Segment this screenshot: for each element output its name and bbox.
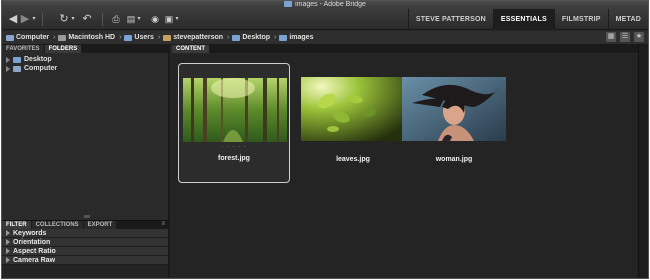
back-arrow-icon[interactable]: ◀ (8, 13, 18, 26)
thumbnail-item[interactable]: leaves.jpg (297, 63, 409, 183)
window-title: images - Adobe Bridge (295, 1, 366, 8)
thumbnail-filename: woman.jpg (435, 156, 473, 163)
view-controls: ▦ ☰ ★ (606, 32, 644, 42)
list-view-icon[interactable]: ☰ (620, 32, 630, 42)
disk-icon (58, 34, 67, 41)
expand-triangle-icon[interactable] (6, 65, 10, 72)
crumb-desktop[interactable]: Desktop (232, 34, 270, 41)
expand-triangle-icon[interactable] (6, 257, 10, 263)
filter-panel: FILTER COLLECTIONS EXPORT ≡ Keywords Ori… (2, 220, 170, 278)
refine-dropdown-icon[interactable]: ▾ (136, 13, 142, 26)
tree-item-computer[interactable]: Computer (6, 64, 57, 73)
output-dropdown-icon[interactable]: ▾ (174, 13, 180, 26)
computer-icon (6, 34, 14, 41)
expand-triangle-icon[interactable] (6, 239, 10, 245)
crumb-users[interactable]: Users (124, 34, 154, 41)
leaves-thumbnail[interactable] (301, 77, 405, 141)
filter-panel-tabs: FILTER COLLECTIONS EXPORT ≡ (2, 221, 168, 229)
thumbnail-item[interactable]: woman.jpg (398, 63, 510, 183)
get-photos-icon[interactable]: ⎙ (110, 13, 122, 26)
workspace-essentials[interactable]: ESSENTIALS (492, 9, 554, 30)
home-icon (163, 34, 172, 41)
chevron-right-icon: › (157, 34, 161, 41)
refine-icon[interactable]: ▤ (126, 13, 136, 26)
thumbnail-filename: forest.jpg (218, 155, 250, 162)
title-bar: images - Adobe Bridge (2, 1, 648, 9)
workspace-filmstrip[interactable]: FILMSTRIP (553, 9, 608, 30)
bridge-window: images - Adobe Bridge ◀ ▶ ▾ ↻ ▾ ↶ ⎙ ▤ ▾ … (1, 0, 649, 279)
history-dropdown-icon[interactable]: ▾ (31, 13, 37, 26)
woman-thumbnail[interactable] (402, 77, 506, 141)
rating-dots[interactable]: · · · · · (179, 144, 289, 150)
expand-triangle-icon[interactable] (6, 230, 10, 236)
tree-item-desktop[interactable]: Desktop (6, 55, 57, 64)
folders-panel-tabs: FAVORITES FOLDERS (2, 45, 168, 53)
tab-favorites[interactable]: FAVORITES (2, 45, 45, 53)
workspace-metadata[interactable]: METAD (607, 9, 648, 30)
thumbnail-item[interactable]: · · · · · forest.jpg (178, 63, 290, 183)
crumb-stevepatterson[interactable]: stevepatterson (163, 34, 223, 41)
vertical-scrollbar[interactable] (638, 45, 648, 278)
breadcrumb: Computer › Macintosh HD › Users › stevepatt… (2, 31, 648, 45)
tab-export[interactable]: EXPORT (83, 221, 118, 229)
folder-icon (124, 34, 133, 41)
tab-content[interactable]: CONTENT (172, 45, 210, 53)
tab-collections[interactable]: COLLECTIONS (31, 221, 84, 229)
output-icon[interactable]: ▣ (164, 13, 174, 26)
folder-tree: Desktop Computer (6, 55, 57, 73)
thumbnail-grid: · · · · · forest.jpg leaves.jpg woman.jp… (172, 54, 640, 278)
panel-resize-handle[interactable] (84, 215, 90, 218)
computer-icon (13, 65, 21, 72)
thumbnail-filename: leaves.jpg (336, 156, 370, 163)
folder-icon (284, 1, 293, 7)
folder-icon (279, 34, 288, 41)
workspace-switcher: STEVE PATTERSON ESSENTIALS FILMSTRIP MET… (407, 9, 648, 30)
crumb-computer[interactable]: Computer (6, 34, 49, 41)
workspace-steve-patterson[interactable]: STEVE PATTERSON (407, 9, 493, 30)
content-panel-tabs: CONTENT (172, 45, 640, 53)
panel-menu-icon[interactable]: ≡ (161, 221, 165, 227)
folder-icon (13, 56, 21, 63)
forest-thumbnail[interactable] (183, 78, 287, 142)
chevron-right-icon: › (119, 34, 122, 41)
recent-dropdown-icon[interactable]: ▾ (70, 13, 76, 26)
expand-triangle-icon[interactable] (6, 248, 10, 254)
folders-panel: FAVORITES FOLDERS Desktop Computer (2, 45, 170, 220)
tab-folders[interactable]: FOLDERS (44, 45, 83, 53)
grid-view-icon[interactable]: ▦ (606, 32, 616, 42)
toolbar: ◀ ▶ ▾ ↻ ▾ ↶ ⎙ ▤ ▾ ◉ ▣ ▾ STEVE PATTERSON … (2, 9, 648, 30)
chevron-right-icon: › (274, 34, 277, 41)
toolbar-divider (42, 13, 43, 26)
tab-filter[interactable]: FILTER (2, 221, 32, 229)
camera-raw-icon[interactable]: ◉ (150, 13, 160, 26)
chevron-right-icon: › (53, 34, 56, 41)
filter-camera-raw[interactable]: Camera Raw (2, 256, 168, 265)
forward-arrow-icon[interactable]: ▶ (20, 13, 30, 26)
content-panel: CONTENT · · · · · forest.jpg leaves.jpg … (172, 45, 640, 278)
star-icon[interactable]: ★ (634, 32, 644, 42)
return-to-photoshop-icon[interactable]: ↶ (82, 13, 92, 26)
expand-triangle-icon[interactable] (6, 56, 10, 63)
reveal-recent-icon[interactable]: ↻ (58, 13, 70, 26)
crumb-macintosh-hd[interactable]: Macintosh HD (58, 34, 115, 41)
chevron-right-icon: › (227, 34, 230, 41)
crumb-images[interactable]: images (279, 34, 313, 41)
toolbar-divider (102, 13, 103, 26)
folder-icon (232, 34, 241, 41)
